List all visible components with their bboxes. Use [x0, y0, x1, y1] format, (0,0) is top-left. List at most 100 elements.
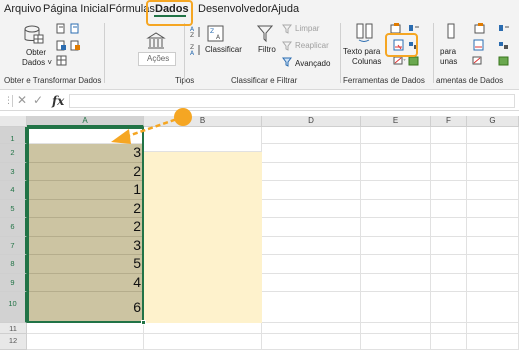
advanced-filter-icon[interactable] [282, 57, 292, 67]
cell-a5[interactable]: 2 [27, 200, 144, 218]
cell-g7[interactable] [467, 237, 519, 255]
data-validation-icon-2[interactable] [472, 56, 486, 66]
row-header-10[interactable]: 10 [0, 292, 27, 323]
cell-f2[interactable] [431, 144, 467, 163]
cell-d10[interactable] [262, 292, 361, 323]
cell-a8[interactable]: 5 [27, 255, 144, 274]
cell-g6[interactable] [467, 218, 519, 237]
fill-handle[interactable] [141, 320, 146, 325]
cell-g12[interactable] [467, 334, 519, 350]
row-header-1[interactable]: 1 [0, 127, 27, 144]
filter-icon[interactable] [257, 25, 273, 43]
database-icon[interactable] [23, 25, 45, 45]
cell-e6[interactable] [361, 218, 431, 237]
text-to-columns-icon-2[interactable] [447, 23, 457, 43]
cell-e4[interactable] [361, 181, 431, 200]
remove-duplicates-icon-2[interactable] [473, 39, 485, 52]
cell-g5[interactable] [467, 200, 519, 218]
tab-arquivo[interactable]: Arquivo [4, 3, 41, 15]
data-model-icon-2[interactable] [498, 56, 510, 66]
cell-d4[interactable] [262, 181, 361, 200]
row-header-7[interactable]: 7 [0, 237, 27, 255]
tab-pagina-inicial[interactable]: Página Inicial [43, 3, 108, 15]
cell-a11[interactable] [27, 323, 144, 334]
relationships-icon-2[interactable] [498, 41, 510, 50]
cell-f9[interactable] [431, 274, 467, 292]
sort-za-icon[interactable]: ZA [189, 43, 202, 56]
recent-sources-icon[interactable] [70, 40, 81, 51]
row-header-11[interactable]: 11 [0, 323, 27, 334]
from-table-icon[interactable] [56, 40, 67, 51]
tab-ajuda[interactable]: Ajuda [271, 3, 299, 15]
cell-e5[interactable] [361, 200, 431, 218]
cell-f4[interactable] [431, 181, 467, 200]
cancel-icon[interactable]: ✕ [17, 93, 27, 107]
column-header-e[interactable]: E [361, 116, 431, 127]
cell-g2[interactable] [467, 144, 519, 163]
cell-d6[interactable] [262, 218, 361, 237]
enter-icon[interactable]: ✓ [33, 93, 43, 107]
cell-a6[interactable]: 2 [27, 218, 144, 237]
cell-a9[interactable]: 4 [27, 274, 144, 292]
data-model-icon[interactable] [408, 56, 420, 66]
cell-d12[interactable] [262, 334, 361, 350]
sort-az-icon[interactable]: AZ [189, 25, 202, 38]
text-to-columns-icon[interactable] [356, 23, 374, 43]
get-data-dropdown[interactable]: Dados ˅ [22, 58, 52, 68]
row-header-12[interactable]: 12 [0, 334, 27, 350]
row-header-8[interactable]: 8 [0, 255, 27, 274]
cell-d1[interactable] [262, 127, 361, 144]
cell-d8[interactable] [262, 255, 361, 274]
cell-e8[interactable] [361, 255, 431, 274]
cell-e11[interactable] [361, 323, 431, 334]
data-validation-icon[interactable]: ˅ [393, 56, 407, 66]
cell-f7[interactable] [431, 237, 467, 255]
advanced-label[interactable]: Avançado [295, 59, 330, 69]
row-header-9[interactable]: 9 [0, 274, 27, 292]
column-b-filled-range[interactable] [144, 152, 262, 323]
column-header-d[interactable]: D [262, 116, 361, 127]
cell-a4[interactable]: 1 [27, 181, 144, 200]
cell-g1[interactable] [467, 127, 519, 144]
consolidate-icon-2[interactable] [498, 24, 510, 33]
sort-icon[interactable]: ZA [207, 25, 225, 43]
row-header-4[interactable]: 4 [0, 181, 27, 200]
sort-label[interactable]: Classificar [205, 45, 242, 55]
row-header-5[interactable]: 5 [0, 200, 27, 218]
cell-e9[interactable] [361, 274, 431, 292]
from-text-icon[interactable] [56, 23, 66, 34]
cell-d3[interactable] [262, 163, 361, 181]
cell-g3[interactable] [467, 163, 519, 181]
cell-f1[interactable] [431, 127, 467, 144]
cell-f8[interactable] [431, 255, 467, 274]
cell-a12[interactable] [27, 334, 144, 350]
cell-f6[interactable] [431, 218, 467, 237]
cell-f12[interactable] [431, 334, 467, 350]
cell-e10[interactable] [361, 292, 431, 323]
cell-d5[interactable] [262, 200, 361, 218]
cell-b11[interactable] [144, 323, 262, 334]
cell-b12[interactable] [144, 334, 262, 350]
cell-g8[interactable] [467, 255, 519, 274]
get-data-label[interactable]: Obter [26, 48, 46, 58]
cell-f3[interactable] [431, 163, 467, 181]
cell-d11[interactable] [262, 323, 361, 334]
cell-g10[interactable] [467, 292, 519, 323]
partial-text-label-2[interactable]: unas [440, 57, 457, 67]
cell-e12[interactable] [361, 334, 431, 350]
text-to-columns-label[interactable]: Texto para [343, 47, 380, 57]
from-web-icon[interactable] [70, 23, 80, 34]
existing-connections-icon[interactable] [56, 55, 67, 66]
cell-f10[interactable] [431, 292, 467, 323]
cell-d9[interactable] [262, 274, 361, 292]
cell-e3[interactable] [361, 163, 431, 181]
cell-e7[interactable] [361, 237, 431, 255]
cell-g4[interactable] [467, 181, 519, 200]
cell-f5[interactable] [431, 200, 467, 218]
stocks-icon[interactable] [146, 32, 166, 50]
column-header-g[interactable]: G [467, 116, 519, 127]
cell-g9[interactable] [467, 274, 519, 292]
cell-g11[interactable] [467, 323, 519, 334]
row-header-2[interactable]: 2 [0, 144, 27, 163]
cell-e1[interactable] [361, 127, 431, 144]
